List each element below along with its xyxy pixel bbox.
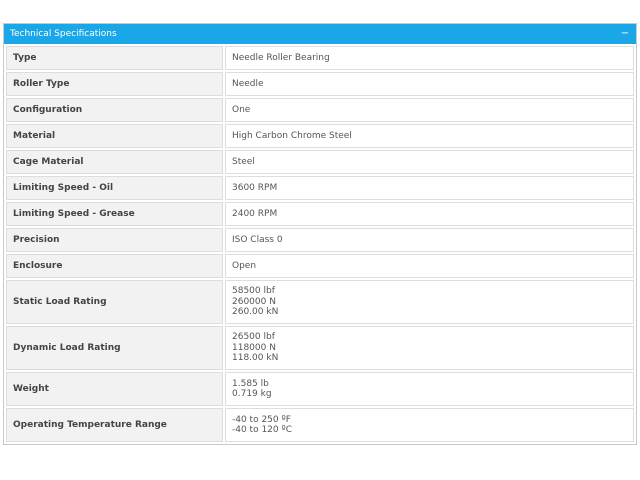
spec-row: Dynamic Load Rating 26500 lbf 118000 N 118.… [6,326,634,370]
spec-label: Material [6,124,223,148]
spec-label: Enclosure [6,254,223,278]
spec-label: Static Load Rating [6,280,223,324]
spec-value: 3600 RPM [225,176,634,200]
spec-value: Needle Roller Bearing [225,46,634,70]
spec-label: Cage Material [6,150,223,174]
spec-value-line: 260000 N [232,296,276,307]
spec-value-line: Open [232,260,257,271]
spec-value-line: ISO Class 0 [232,234,283,245]
spec-value: 1.585 lb 0.719 kg [225,372,634,406]
spec-value-line: Needle Roller Bearing [232,52,330,63]
spec-label: Limiting Speed - Grease [6,202,223,226]
panel-header[interactable]: Technical Specifications − [4,24,636,44]
spec-row: Type Needle Roller Bearing [6,46,634,70]
spec-value-line: 2400 RPM [232,208,278,219]
spec-label: Configuration [6,98,223,122]
spec-value: One [225,98,634,122]
spec-value-line: -40 to 250 ºF [232,414,291,425]
spec-label: Limiting Speed - Oil [6,176,223,200]
spec-value-line: 58500 lbf [232,286,275,297]
spec-value-line: 3600 RPM [232,182,278,193]
spec-value-line: 260.00 kN [232,307,279,318]
spec-row: Limiting Speed - Grease 2400 RPM [6,202,634,226]
spec-value: 26500 lbf 118000 N 118.00 kN [225,326,634,370]
spec-value-line: 0.719 kg [232,389,272,399]
spec-row: Configuration One [6,98,634,122]
spec-value-line: Needle [232,78,264,89]
spec-value: Steel [225,150,634,174]
spec-value: -40 to 250 ºF -40 to 120 ºC [225,408,634,442]
spec-row: Cage Material Steel [6,150,634,174]
spec-value-line: High Carbon Chrome Steel [232,130,352,141]
spec-label: Dynamic Load Rating [6,326,223,370]
spec-row: Enclosure Open [6,254,634,278]
spec-value: ISO Class 0 [225,228,634,252]
spec-value-line: 118000 N [232,342,276,353]
spec-value-line: One [232,104,251,115]
spec-value: Open [225,254,634,278]
spec-value: High Carbon Chrome Steel [225,124,634,148]
spec-row: Weight 1.585 lb 0.719 kg [6,372,634,406]
spec-value-line: -40 to 120 ºC [232,425,293,435]
spec-row: Limiting Speed - Oil 3600 RPM [6,176,634,200]
spec-row: Operating Temperature Range -40 to 250 ºF… [6,408,634,442]
spec-label: Type [6,46,223,70]
spec-label: Roller Type [6,72,223,96]
spec-row: Material High Carbon Chrome Steel [6,124,634,148]
spec-value: Needle [225,72,634,96]
spec-label: Precision [6,228,223,252]
spec-value-line: 1.585 lb [232,378,269,389]
spec-row: Precision ISO Class 0 [6,228,634,252]
tech-specs-panel: Technical Specifications − Type Needle Ro… [3,23,637,445]
panel-title: Technical Specifications [10,29,117,39]
spec-value: 2400 RPM [225,202,634,226]
spec-row: Static Load Rating 58500 lbf 260000 N 260.0… [6,280,634,324]
spec-value: 58500 lbf 260000 N 260.00 kN [225,280,634,324]
spec-table: Type Needle Roller Bearing Roller Type Need… [4,44,636,444]
spec-label: Operating Temperature Range [6,408,223,442]
spec-label: Weight [6,372,223,406]
collapse-icon[interactable]: − [620,24,630,44]
spec-row: Roller Type Needle [6,72,634,96]
spec-value-line: Steel [232,156,255,167]
spec-value-line: 118.00 kN [232,353,279,364]
spec-value-line: 26500 lbf [232,332,275,343]
